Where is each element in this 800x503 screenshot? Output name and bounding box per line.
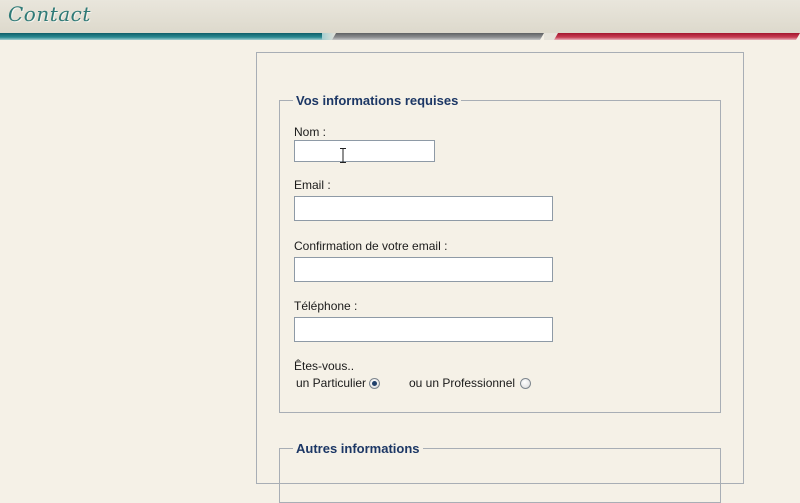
text-cursor-icon [340,148,346,163]
other-info-legend: Autres informations [296,441,420,456]
email-confirm-label: Confirmation de votre email : [294,239,448,253]
particulier-label: un Particulier [296,376,367,390]
telephone-field[interactable] [294,317,553,342]
customer-type-question: Êtes-vous.. [294,359,355,373]
contact-form-panel: Vos informations requises Autres informa… [256,52,744,503]
header-stripe-teal [0,33,322,40]
professionnel-radio[interactable] [520,378,531,389]
email-label: Email : [294,178,331,192]
header-stripe-grey [331,33,544,40]
other-info-fieldset: Autres informations [279,441,721,503]
required-info-legend: Vos informations requises [296,93,459,108]
nom-label: Nom : [294,125,327,139]
header-stripe-red [553,33,800,40]
telephone-label: Téléphone : [294,299,358,313]
email-confirm-field[interactable] [294,257,553,282]
professionnel-label: ou un Professionnel [409,376,516,390]
contact-logo: Contact [8,2,91,26]
particulier-radio[interactable] [369,378,380,389]
header-bar: Contact [0,0,800,33]
email-field[interactable] [294,196,553,221]
nom-field[interactable] [294,140,435,162]
